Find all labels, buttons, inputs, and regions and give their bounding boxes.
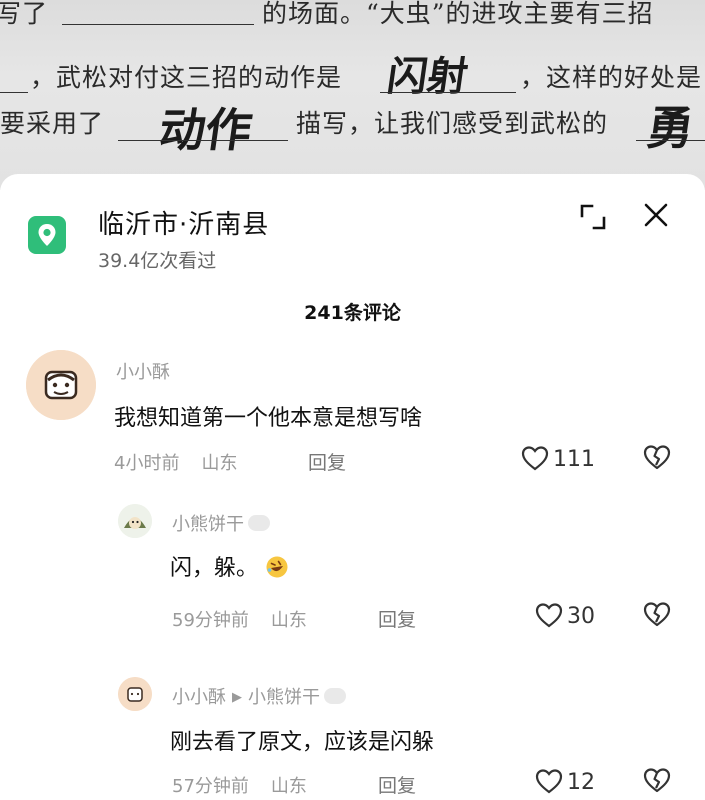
expand-icon[interactable] [578,202,608,232]
reply-button[interactable]: 回复 [378,605,416,632]
broken-heart-icon[interactable] [643,601,671,631]
avatar[interactable] [26,350,96,420]
answer-underline-3a [118,140,288,141]
comment-meta: 57分钟前 山东 [172,772,329,798]
answer-underline-2a [0,92,28,93]
comment-time: 4小时前 [114,453,180,474]
close-icon[interactable] [641,200,671,230]
comment-username[interactable]: 小小酥 ▶ 小熊饼干 [172,683,346,709]
reply-button[interactable]: 回复 [308,448,346,475]
worksheet-photo: 写了 的场面。“大虫”的进攻主要有三招 ，武松对付这三招的动作是 闪射 ，这样的… [0,0,705,190]
answer-underline-3b [636,140,705,141]
like-button[interactable]: 12 [535,768,595,795]
comment-text: 闪，躲。 [170,550,289,582]
comment-username[interactable]: 小小酥 [116,358,170,384]
worksheet-line-2-left: ，武松对付这三招的动作是 [30,63,343,92]
comment-text: 刚去看了原文，应该是闪躲 [170,730,435,755]
comment-region: 山东 [201,453,238,474]
comment-region: 山东 [270,610,307,631]
like-count: 111 [553,447,595,472]
reply-to-username[interactable]: 小熊饼干 [248,687,320,708]
worksheet-line-1-right: 的场面。“大虫”的进攻主要有三招 [262,0,654,28]
user-badge [324,688,346,704]
comment-username[interactable]: 小熊饼干 [172,510,270,536]
location-pin-icon [28,216,66,254]
broken-heart-icon[interactable] [643,767,671,797]
reply-arrow-icon: ▶ [232,690,242,705]
worksheet-line-1-left: 写了 [0,0,49,28]
comment-sheet: 临沂市·沂南县 39.4亿次看过 241条评论 小小酥 我想知道第一个他本意是想… [0,174,705,800]
like-count: 12 [567,770,595,795]
username-text: 小小酥 [172,687,226,708]
comment-count: 241条评论 [304,302,401,324]
heart-icon [521,446,549,471]
answer-underline-2b [380,92,516,93]
user-badge [248,515,270,531]
comment-time: 59分钟前 [172,610,249,631]
comment-text-content: 闪，躲。 [170,556,259,581]
heart-icon [535,769,563,794]
laughing-emoji-icon [258,556,289,581]
comment-meta: 4小时前 山东 [114,449,259,475]
like-button[interactable]: 111 [521,445,595,472]
comment-time: 57分钟前 [172,776,249,797]
handwritten-answer-3: 勇 [643,101,698,155]
worksheet-line-2-right: ，这样的好处是 [520,63,703,92]
comment-region: 山东 [270,776,307,797]
username-text: 小熊饼干 [172,514,244,535]
comment-meta: 59分钟前 山东 [172,606,329,632]
handwritten-answer-1: 闪射 [384,53,471,100]
reply-button[interactable]: 回复 [378,771,416,798]
location-title[interactable]: 临沂市·沂南县 [98,204,269,241]
answer-underline-1 [62,24,254,25]
worksheet-line-3-left: 要采用了 [0,109,105,138]
like-button[interactable]: 30 [535,602,595,629]
comment-text: 我想知道第一个他本意是想写啥 [114,406,423,431]
view-count: 39.4亿次看过 [98,250,217,272]
broken-heart-icon[interactable] [643,444,671,474]
heart-icon [535,603,563,628]
avatar[interactable] [118,677,152,711]
avatar[interactable] [118,504,152,538]
like-count: 30 [567,604,595,629]
worksheet-line-3-right: 描写，让我们感受到武松的 [296,109,609,138]
handwritten-answer-2: 动作 [155,103,256,157]
